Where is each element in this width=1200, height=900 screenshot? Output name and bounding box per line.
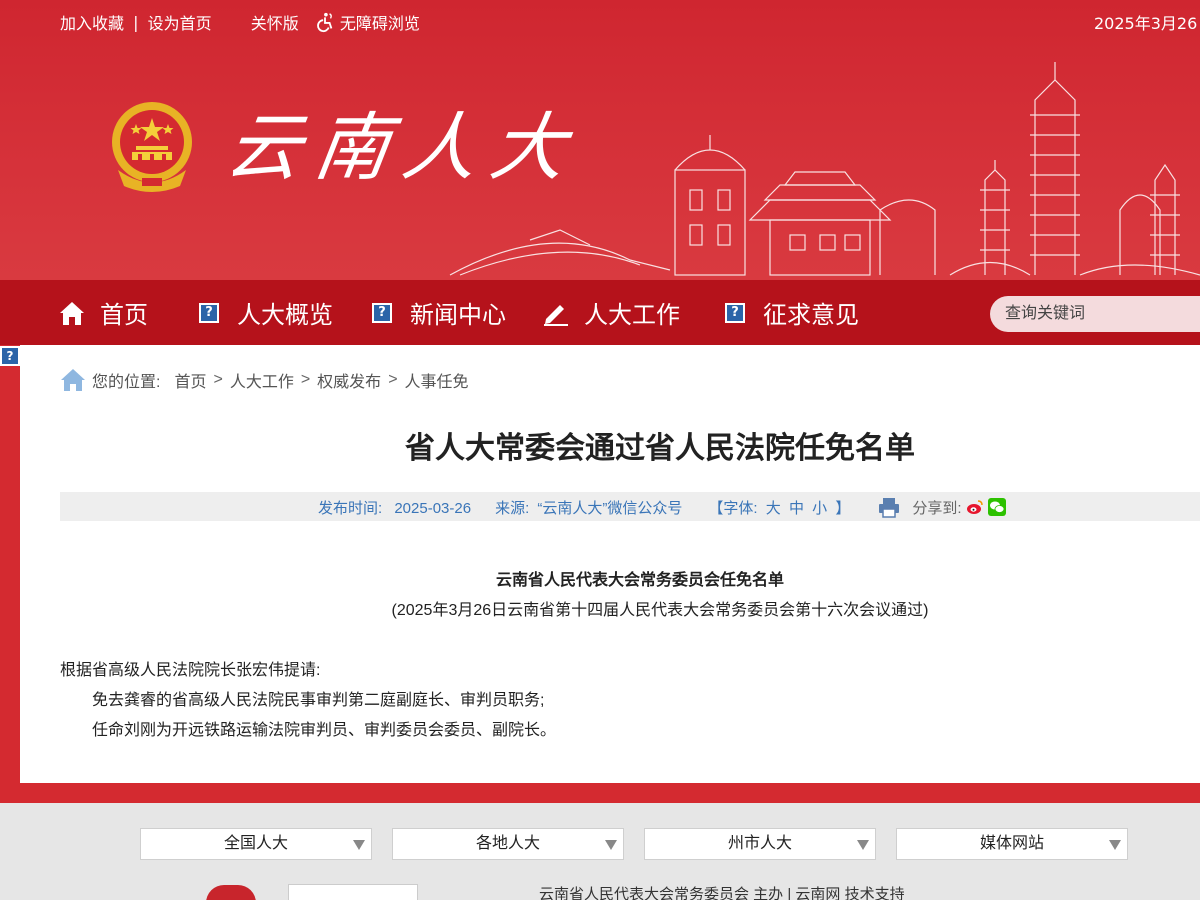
search-input[interactable] bbox=[990, 296, 1200, 332]
city-skyline-illustration bbox=[449, 62, 1200, 276]
placeholder-icon: ? bbox=[0, 346, 20, 366]
paragraph: 任命刘刚为开远铁路运输法院审判员、审判委员会委员、副院长。 bbox=[92, 722, 557, 739]
dropdown-arrow-icon bbox=[1109, 840, 1121, 850]
source-label: 来源: bbox=[495, 499, 530, 517]
national-emblem-icon bbox=[112, 102, 192, 192]
source-info: 来源: “云南人大”微信公众号 bbox=[495, 497, 682, 518]
nav-item-news[interactable]: ? 新闻中心 bbox=[368, 280, 506, 345]
bookmark-link[interactable]: 加入收藏 bbox=[60, 10, 124, 34]
select-label: 全国人大 bbox=[223, 835, 288, 852]
article-title: 省人大常委会通过省人民法院任免名单 bbox=[405, 432, 915, 465]
select-local-npc[interactable]: 各地人大 bbox=[392, 828, 624, 860]
placeholder-icon: ? bbox=[368, 299, 396, 327]
nav-label-home: 首页 bbox=[100, 302, 148, 329]
top-links: 加入收藏 | 设为首页 关怀版 无障碍浏览 bbox=[60, 10, 420, 34]
font-medium-button[interactable]: 中 bbox=[789, 500, 804, 517]
breadcrumb-separator: > bbox=[213, 371, 223, 388]
current-date: 2025年3月26日 bbox=[1094, 14, 1200, 33]
search-box bbox=[990, 296, 1200, 332]
document-title: 云南省人民代表大会常务委员会任免名单 bbox=[495, 572, 784, 589]
breadcrumb-label: 您的位置: bbox=[92, 374, 161, 391]
accessibility-label: 无障碍浏览 bbox=[339, 14, 420, 33]
placeholder-icon: ? bbox=[195, 299, 223, 327]
paragraph: 根据省高级人民法院院长张宏伟提请: bbox=[60, 662, 321, 679]
placeholder-icon: ? bbox=[721, 299, 749, 327]
font-small-button[interactable]: 小 bbox=[812, 500, 827, 517]
wechat-icon[interactable] bbox=[987, 498, 1006, 516]
document-subtitle: (2025年3月26日云南省第十四届人民代表大会常务委员会第十六次会议通过) bbox=[391, 602, 929, 619]
breadcrumb-personnel[interactable]: 人事任免 bbox=[405, 368, 469, 392]
footer-credit: 云南省人民代表大会常务委员会 主办 | 云南网 技术支持 bbox=[539, 886, 905, 900]
footer-emblem-icon bbox=[206, 885, 256, 900]
pencil-icon bbox=[542, 299, 570, 327]
nav-item-home[interactable]: 首页 bbox=[58, 280, 148, 345]
nav-label-news: 新闻中心 bbox=[410, 302, 506, 329]
font-close: 】 bbox=[835, 499, 851, 517]
breadcrumb-separator: > bbox=[388, 371, 398, 388]
accessibility-link[interactable]: 无障碍浏览 bbox=[314, 10, 420, 34]
select-media-sites[interactable]: 媒体网站 bbox=[896, 828, 1128, 860]
font-size-control: 【字体: 大 中 小 】 bbox=[706, 497, 852, 518]
source-value: “云南人大”微信公众号 bbox=[537, 499, 683, 517]
care-mode-link[interactable]: 关怀版 bbox=[251, 10, 299, 34]
dropdown-arrow-icon bbox=[605, 840, 617, 850]
nav-item-overview[interactable]: ? 人大概览 bbox=[195, 280, 333, 345]
breadcrumb-release[interactable]: 权威发布 bbox=[317, 368, 381, 392]
nav-label-overview: 人大概览 bbox=[237, 302, 333, 329]
set-home-link[interactable]: 设为首页 bbox=[148, 10, 212, 34]
print-icon[interactable] bbox=[878, 496, 900, 518]
weibo-icon[interactable] bbox=[966, 498, 984, 516]
nav-item-opinion[interactable]: ? 征求意见 bbox=[721, 280, 859, 345]
topbar-divider: | bbox=[133, 12, 139, 32]
accessibility-icon bbox=[316, 12, 333, 33]
select-label: 各地人大 bbox=[475, 835, 540, 852]
article-meta-bar: 发布时间: 2025-03-26 来源: “云南人大”微信公众号 【字体: 大 … bbox=[60, 492, 1200, 521]
footer-badge[interactable] bbox=[288, 884, 418, 900]
breadcrumb-separator: > bbox=[300, 371, 311, 388]
publish-label: 发布时间: bbox=[318, 499, 383, 517]
select-city-npc[interactable]: 州市人大 bbox=[644, 828, 876, 860]
site-header: 加入收藏 | 设为首页 关怀版 无障碍浏览 2025年3月26日 云南人大 bbox=[0, 0, 1200, 280]
home-icon bbox=[61, 369, 85, 391]
select-label: 媒体网站 bbox=[979, 835, 1044, 852]
select-national-npc[interactable]: 全国人大 bbox=[140, 828, 372, 860]
site-footer: 全国人大 各地人大 州市人大 媒体网站 云南省人民代表大会常务委员会 主办 | … bbox=[0, 803, 1200, 900]
home-icon bbox=[58, 299, 86, 327]
nav-item-work[interactable]: 人大工作 bbox=[542, 280, 680, 345]
nav-label-work: 人大工作 bbox=[584, 302, 680, 329]
breadcrumb: 您的位置: 首页 > 人大工作 > 权威发布 > 人事任免 bbox=[60, 367, 469, 393]
dropdown-arrow-icon bbox=[857, 840, 869, 850]
breadcrumb-home[interactable]: 首页 bbox=[174, 368, 206, 392]
article-container: 您的位置: 首页 > 人大工作 > 权威发布 > 人事任免 省人大常委会通过省人… bbox=[20, 345, 1200, 783]
font-open: 【字体: bbox=[708, 499, 758, 517]
select-label: 州市人大 bbox=[727, 835, 792, 852]
breadcrumb-work[interactable]: 人大工作 bbox=[230, 368, 294, 392]
publish-date: 2025-03-26 bbox=[394, 499, 472, 517]
publish-info: 发布时间: 2025-03-26 bbox=[318, 497, 471, 518]
font-large-button[interactable]: 大 bbox=[766, 500, 781, 517]
share-label: 分享到: bbox=[912, 499, 962, 517]
paragraph: 免去龚睿的省高级人民法院民事审判第二庭副庭长、审判员职务; bbox=[92, 692, 545, 709]
nav-label-opinion: 征求意见 bbox=[763, 302, 859, 329]
dropdown-arrow-icon bbox=[353, 840, 365, 850]
